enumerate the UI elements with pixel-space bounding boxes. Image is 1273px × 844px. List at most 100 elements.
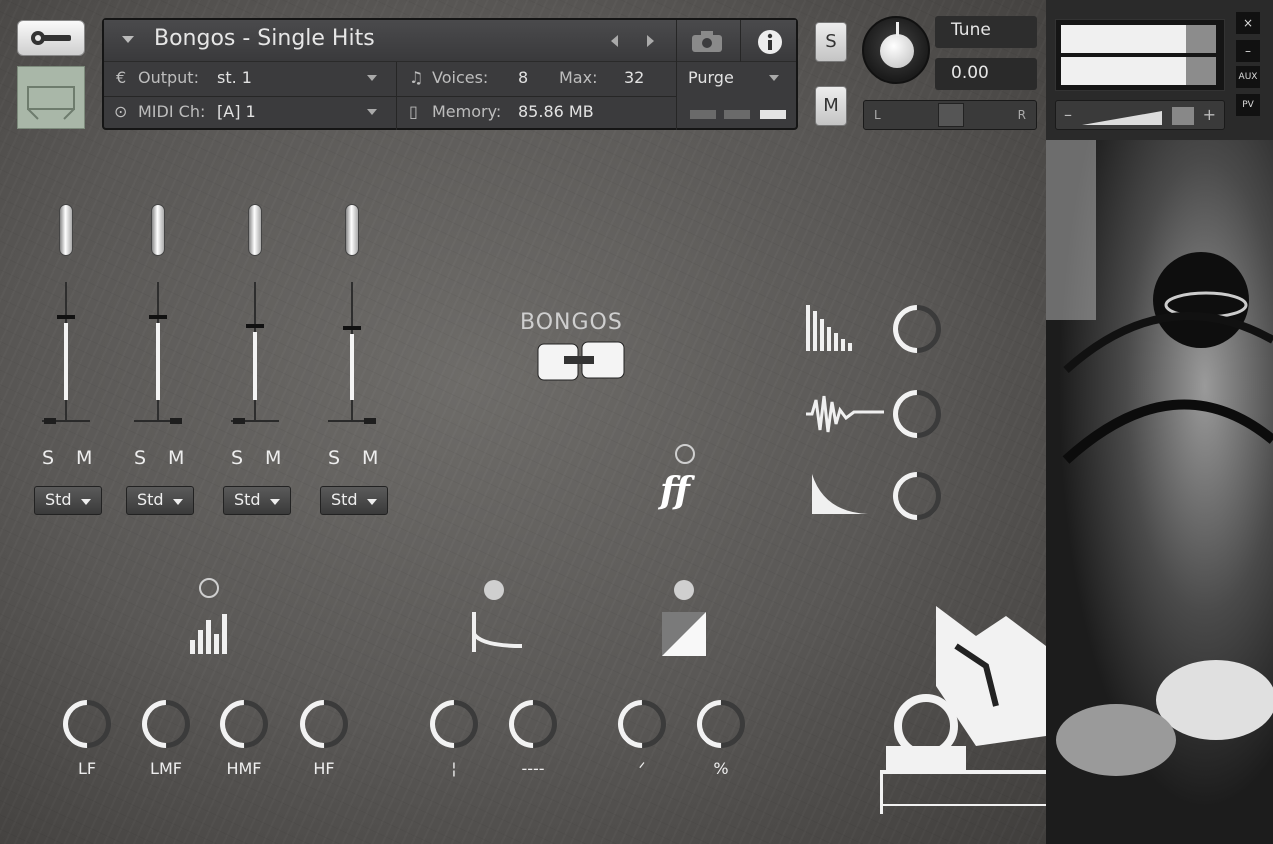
waveform-icon xyxy=(806,395,884,433)
mic-icon xyxy=(151,204,165,256)
fader-level xyxy=(350,334,354,400)
channel-mute-button[interactable]: M xyxy=(168,447,184,469)
channel-solo-button[interactable]: S xyxy=(134,447,146,469)
chevron-down-icon[interactable] xyxy=(122,36,134,43)
mic-icon xyxy=(345,204,359,256)
volume-slider[interactable]: – + xyxy=(1055,100,1225,130)
channel-mute-button[interactable]: M xyxy=(362,447,378,469)
next-icon[interactable] xyxy=(644,34,656,48)
fader-level xyxy=(156,323,160,400)
fader-level xyxy=(64,323,68,400)
aux-button[interactable]: AUX xyxy=(1236,66,1260,88)
envelope-icon xyxy=(812,474,868,514)
indicator-2 xyxy=(724,110,750,119)
channel-solo-button[interactable]: S xyxy=(42,447,54,469)
prev-icon[interactable] xyxy=(609,34,621,48)
saturation-led[interactable] xyxy=(674,580,694,600)
decay-bars-icon xyxy=(806,305,852,351)
volume-minus[interactable]: – xyxy=(1064,105,1072,124)
pan-handle[interactable] xyxy=(233,418,245,424)
eq-led[interactable] xyxy=(199,578,219,598)
memory-icon: ▯ xyxy=(409,102,418,121)
fader-handle[interactable] xyxy=(149,315,167,319)
fx-knob-label: ¦ xyxy=(451,759,457,778)
volume-ramp-icon xyxy=(1082,107,1194,125)
volume-plus[interactable]: + xyxy=(1203,105,1216,124)
info-icon[interactable] xyxy=(756,28,784,56)
eq-knob-label: LMF xyxy=(150,759,182,778)
instrument-header: Bongos - Single Hits € Output: st. 1 ♫ V… xyxy=(102,18,798,130)
reverb-led[interactable] xyxy=(484,580,504,600)
fx-knob-label: ---- xyxy=(521,759,545,778)
solo-button[interactable]: S xyxy=(815,22,847,62)
max-voices-value[interactable]: 32 xyxy=(624,68,644,87)
close-button[interactable]: × xyxy=(1236,12,1260,34)
minimize-button[interactable]: – xyxy=(1236,40,1260,62)
bongos-logo-text: BONGOS xyxy=(520,310,623,335)
indicator-3 xyxy=(760,110,786,119)
output-dropdown-icon[interactable] xyxy=(367,75,377,81)
voices-icon: ♫ xyxy=(409,68,424,87)
fx-knob-label: ᐟ xyxy=(638,759,646,778)
pan-handle[interactable] xyxy=(44,418,56,424)
mic-icon xyxy=(59,204,73,256)
channel-mode-dropdown[interactable]: Std xyxy=(34,486,102,515)
output-value[interactable]: st. 1 xyxy=(217,68,252,87)
voices-value: 8 xyxy=(518,68,529,87)
pan-handle[interactable] xyxy=(938,103,964,127)
purge-button[interactable]: Purge xyxy=(688,68,734,87)
midi-value[interactable]: [A] 1 xyxy=(217,102,256,121)
title-row: Bongos - Single Hits xyxy=(104,20,796,130)
midi-dropdown-icon[interactable] xyxy=(367,109,377,115)
memory-value: 85.86 MB xyxy=(518,102,594,121)
camera-icon[interactable] xyxy=(690,30,724,54)
saturation-icon xyxy=(662,612,706,656)
eq-knob-label: HF xyxy=(313,759,335,778)
pan-left-label: L xyxy=(874,108,881,122)
channel-mode-dropdown[interactable]: Std xyxy=(126,486,194,515)
gramophone-dog-logo xyxy=(880,606,1046,814)
memory-label: Memory: xyxy=(432,102,502,121)
wrench-icon xyxy=(31,31,71,45)
eq-knob-label: LF xyxy=(77,759,97,778)
mute-button[interactable]: M xyxy=(815,86,847,126)
indicator-1 xyxy=(690,110,716,119)
channel-mute-button[interactable]: M xyxy=(265,447,281,469)
output-meter xyxy=(1055,19,1225,91)
fader-handle[interactable] xyxy=(57,315,75,319)
eq-bars-icon xyxy=(190,614,227,654)
channel-mode-dropdown[interactable]: Std xyxy=(223,486,291,515)
output-label: Output: xyxy=(138,68,199,87)
instrument-thumbnail[interactable] xyxy=(17,66,85,129)
tune-label: Tune xyxy=(935,16,1037,48)
pan-slider[interactable]: L R xyxy=(863,100,1037,130)
channel-solo-button[interactable]: S xyxy=(328,447,340,469)
max-label: Max: xyxy=(559,68,598,87)
channel-mute-button[interactable]: M xyxy=(76,447,92,469)
fx-knob-label: % xyxy=(713,759,729,778)
pan-handle[interactable] xyxy=(364,418,376,424)
channel-solo-button[interactable]: S xyxy=(231,447,243,469)
midi-label: MIDI Ch: xyxy=(138,102,206,121)
tune-value[interactable]: 0.00 xyxy=(935,58,1037,90)
channel-mode-dropdown[interactable]: Std xyxy=(320,486,388,515)
fader-handle[interactable] xyxy=(343,326,361,330)
reverb-icon xyxy=(472,612,523,652)
bongo-player-photo xyxy=(1046,140,1273,844)
fader-handle[interactable] xyxy=(246,324,264,328)
tune-knob[interactable] xyxy=(862,16,930,84)
pan-right-label: R xyxy=(1017,108,1026,122)
midi-icon: ⊙ xyxy=(114,102,128,121)
instrument-title[interactable]: Bongos - Single Hits xyxy=(154,26,375,51)
mic-icon xyxy=(248,204,262,256)
bongos-logo-icon xyxy=(537,341,625,381)
thumbnail-icon xyxy=(27,86,75,120)
velocity-dynamic-label[interactable]: ff xyxy=(660,470,690,512)
output-icon: € xyxy=(116,68,127,87)
wrench-button[interactable] xyxy=(17,20,85,56)
purge-dropdown-icon[interactable] xyxy=(769,75,779,81)
pv-button[interactable]: PV xyxy=(1236,94,1260,116)
pan-handle[interactable] xyxy=(170,418,182,424)
eq-knob-label: HMF xyxy=(226,759,262,778)
velocity-led[interactable] xyxy=(675,444,695,464)
